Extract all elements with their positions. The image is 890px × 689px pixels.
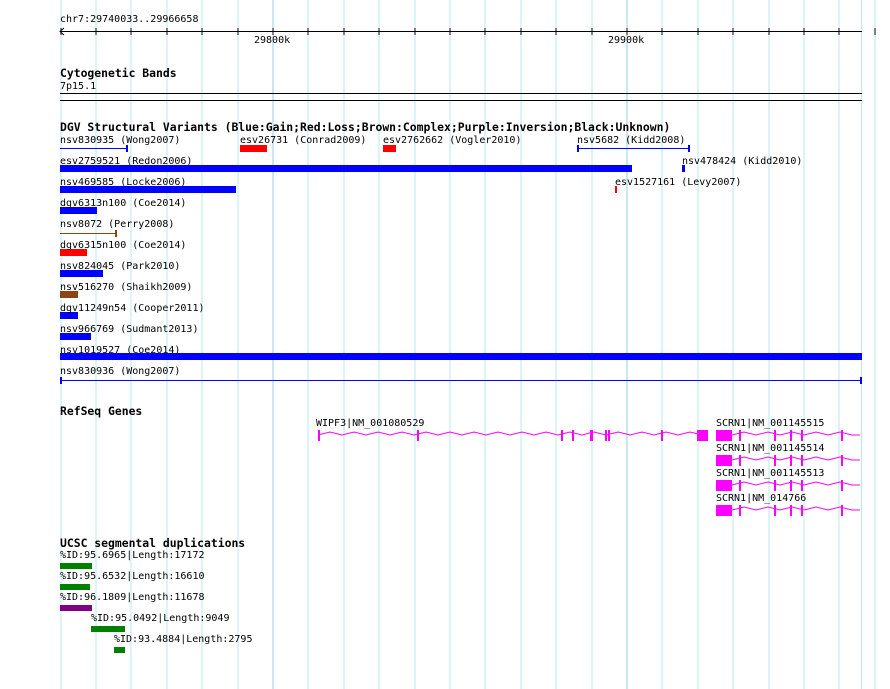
segdup-label[interactable]: %ID:96.1809|Length:11678 — [60, 592, 205, 604]
segdup-bar — [60, 584, 90, 590]
gene-intron — [731, 456, 860, 461]
dgv-feature-end — [60, 377, 62, 384]
gene-label[interactable]: SCRN1|NM_001145514 — [716, 443, 824, 455]
gene-label[interactable]: WIPF3|NM_001080529 — [316, 418, 424, 430]
gene-exon — [774, 455, 776, 466]
gene-label[interactable]: SCRN1|NM_001145515 — [716, 418, 824, 430]
dgv-feature-label[interactable]: nsv830936 (Wong2007) — [60, 366, 180, 378]
gene-exon — [801, 455, 803, 466]
gene-exon — [661, 430, 663, 441]
dgv-feature-label[interactable]: nsv824045 (Park2010) — [60, 261, 180, 273]
gene-exon — [608, 430, 610, 441]
gene-label[interactable]: SCRN1|NM_001145513 — [716, 468, 824, 480]
dgv-feature-label[interactable]: esv2762662 (Vogler2010) — [383, 135, 521, 147]
dgv-feature-end — [860, 377, 862, 384]
cytoband-label: 7p15.1 — [60, 81, 97, 92]
gene-exon — [790, 455, 792, 466]
gene-exon — [774, 505, 776, 516]
dgv-feature-label[interactable]: esv26731 (Conrad2009) — [240, 135, 366, 147]
gene-exon — [774, 480, 776, 491]
gene-exon — [841, 480, 843, 491]
ruler-tick-label: 29900k — [608, 35, 645, 46]
gene-exon — [801, 480, 803, 491]
gene-exon — [605, 430, 607, 441]
segdup-bar — [91, 626, 125, 632]
segdup-track-title[interactable]: UCSC segmental duplications — [60, 537, 245, 550]
gene-exon — [774, 430, 776, 441]
dgv-feature-label[interactable]: nsv830935 (Wong2007) — [60, 135, 180, 147]
gene-exon — [716, 430, 732, 441]
dgv-feature-label[interactable]: nsv966769 (Sudmant2013) — [60, 324, 198, 336]
segdup-label[interactable]: %ID:93.4884|Length:2795 — [114, 634, 252, 646]
gene-exon — [790, 430, 792, 441]
dgv-feature-label[interactable]: esv2759521 (Redon2006) — [60, 156, 192, 168]
segdup-bar — [60, 605, 92, 611]
gene-exon — [801, 505, 803, 516]
segdup-bar — [60, 563, 92, 569]
gene-intron — [731, 481, 860, 486]
gene-exon — [841, 430, 843, 441]
dgv-feature-end — [688, 145, 690, 152]
gene-exon — [572, 430, 574, 441]
gene-intron — [731, 506, 860, 511]
gene-exon — [801, 430, 803, 441]
gene-exon — [716, 480, 732, 491]
dgv-feature-label[interactable]: nsv1019527 (Coe2014) — [60, 345, 180, 357]
gene-exon — [739, 430, 741, 441]
dgv-feature-label[interactable]: dgv11249n54 (Cooper2011) — [60, 303, 205, 315]
gene-exon — [739, 455, 741, 466]
gene-exon — [590, 430, 593, 441]
dgv-track-title[interactable]: DGV Structural Variants (Blue:Gain;Red:L… — [60, 121, 670, 134]
segdup-label[interactable]: %ID:95.6965|Length:17172 — [60, 550, 205, 562]
dgv-feature-label[interactable]: esv1527161 (Levy2007) — [615, 177, 741, 189]
dgv-feature-label[interactable]: nsv8072 (Perry2008) — [60, 219, 174, 231]
gene-exon — [697, 430, 708, 441]
gene-exon — [318, 430, 320, 441]
dgv-feature-label[interactable]: nsv469585 (Locke2006) — [60, 177, 186, 189]
dgv-feature-label[interactable]: dgv6313n100 (Coe2014) — [60, 198, 186, 210]
gene-exon — [790, 505, 792, 516]
cytoband-track-title[interactable]: Cytogenetic Bands — [60, 67, 177, 80]
gene-intron — [731, 431, 860, 436]
gene-intron — [317, 431, 707, 436]
gene-exon — [841, 505, 843, 516]
dgv-feature-label[interactable]: dgv6315n100 (Coe2014) — [60, 240, 186, 252]
gene-exon — [716, 455, 732, 466]
gene-exon — [561, 430, 563, 441]
dgv-feature-label[interactable]: nsv516270 (Shaikh2009) — [60, 282, 192, 294]
gene-exon — [716, 505, 732, 516]
gene-exon — [739, 480, 741, 491]
gene-label[interactable]: SCRN1|NM_014766 — [716, 493, 806, 505]
dgv-feature-label[interactable]: nsv478424 (Kidd2010) — [682, 156, 802, 168]
gene-exon — [417, 430, 419, 441]
segdup-label[interactable]: %ID:95.6532|Length:16610 — [60, 571, 205, 583]
dgv-feature-end — [115, 230, 117, 237]
gene-exon — [790, 480, 792, 491]
ruler-location: chr7:29740033..29966658 — [60, 14, 199, 25]
dgv-feature-label[interactable]: nsv5682 (Kidd2008) — [577, 135, 685, 147]
gene-exon — [841, 455, 843, 466]
refseq-track-title[interactable]: RefSeq Genes — [60, 405, 142, 418]
ruler-tick-label: 29800k — [254, 35, 291, 46]
segdup-bar — [114, 647, 125, 653]
segdup-label[interactable]: %ID:95.0492|Length:9049 — [91, 613, 229, 625]
gene-exon — [739, 505, 741, 516]
